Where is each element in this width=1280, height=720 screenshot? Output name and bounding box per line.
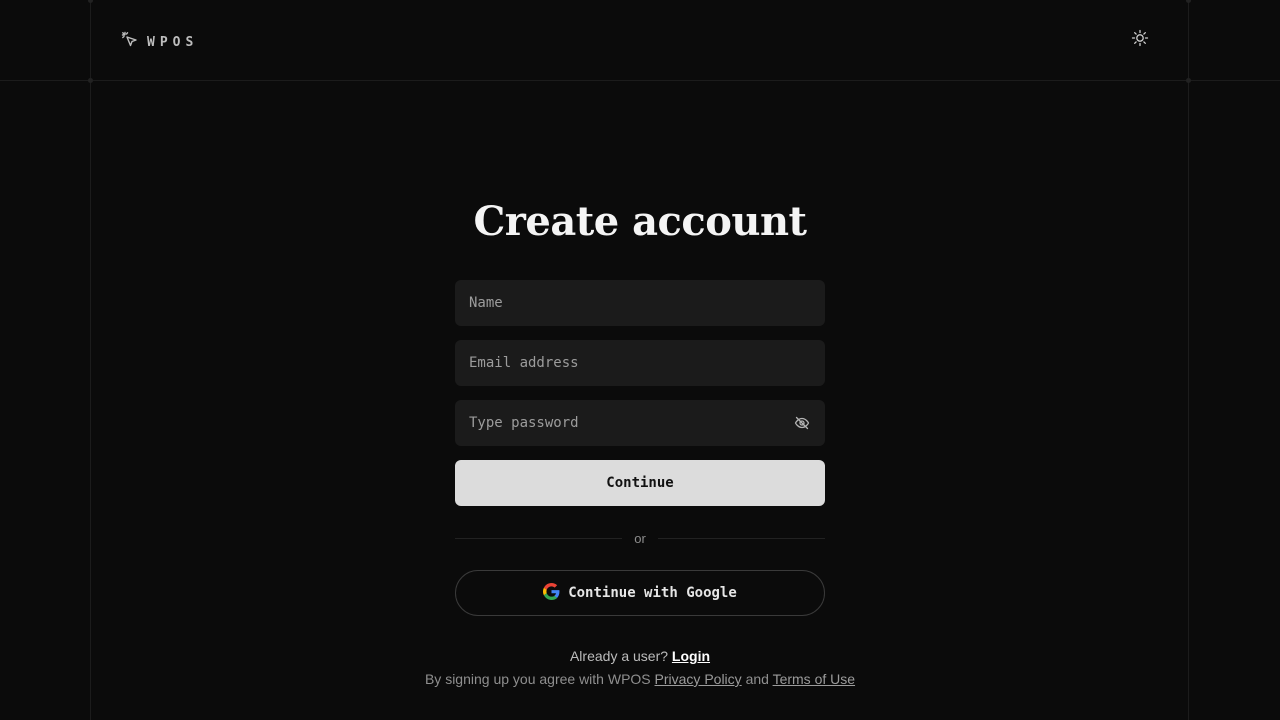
logo[interactable]: WPOS [121,31,198,54]
divider-rule [657,537,825,539]
header-divider [0,80,1280,81]
already-user-text: Already a user? [569,648,669,664]
sun-icon [1131,29,1149,52]
already-user-line: Already a user? Login [0,648,1280,664]
logo-text: WPOS [147,35,199,50]
login-link[interactable]: Login [672,648,710,664]
email-field-wrapper [455,340,825,386]
top-header: WPOS [0,0,1280,80]
grid-line-left [90,0,91,720]
terms-of-use-link[interactable]: Terms of Use [773,671,855,687]
name-field-wrapper [455,280,825,326]
continue-button[interactable]: Continue [455,460,825,506]
terms-line: By signing up you agree with WPOS Privac… [0,671,1280,687]
password-field-wrapper [455,400,825,446]
eye-off-icon[interactable] [793,414,811,432]
continue-with-google-button[interactable]: Continue with Google [455,570,825,616]
email-input[interactable] [455,340,825,386]
cursor-sparkle-icon [121,31,139,54]
or-divider: or [455,530,825,546]
privacy-policy-link[interactable]: Privacy Policy [655,671,742,687]
grid-line-right [1188,0,1189,720]
page: WPOS Create account Continue [0,0,1280,720]
divider-rule [455,537,623,539]
page-title: Create account [473,198,807,245]
name-input[interactable] [455,280,825,326]
google-button-label: Continue with Google [568,585,737,601]
and-text: and [745,671,769,687]
password-input[interactable] [455,400,825,446]
google-icon [543,582,560,604]
divider-text: or [634,530,646,546]
agree-text: By signing up you agree with WPOS [424,671,651,687]
theme-toggle-button[interactable] [1129,29,1151,51]
